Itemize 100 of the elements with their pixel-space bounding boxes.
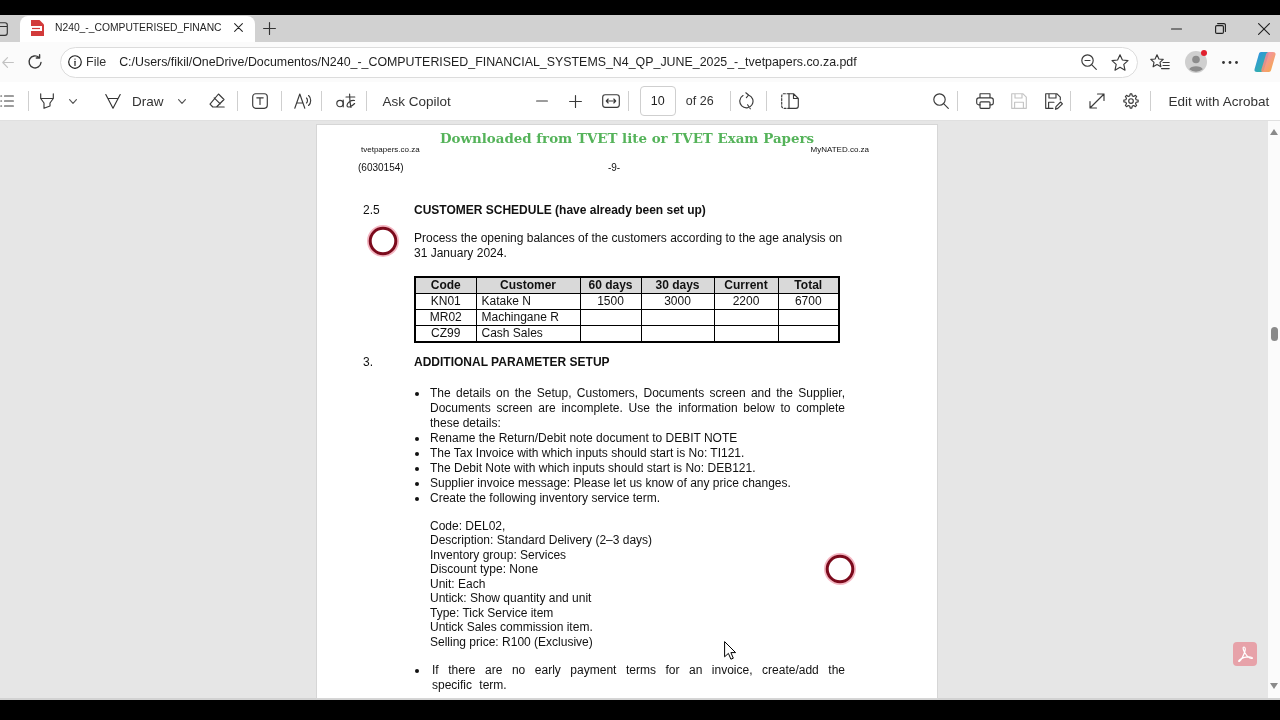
section-number: 2.5 <box>363 203 380 218</box>
translate-icon <box>335 93 356 109</box>
plus-icon <box>569 94 583 108</box>
star-icon <box>1111 53 1129 71</box>
table-cell: Katake N <box>476 293 580 309</box>
column-header: Code <box>415 276 476 293</box>
address-field[interactable]: File C:/Users/fikil/OneDrive/Documentos/N240_-_COMPUTERISED_FINANCIAL_SYSTEMS_N4_QP_JUNE_2025_-_tvetpapers.co.za.pdf <box>60 46 1138 78</box>
paper-code: (6030154) <box>358 161 404 175</box>
bullet-icon <box>415 466 419 471</box>
restore-icon <box>1214 23 1226 34</box>
back-arrow-icon <box>2 56 14 68</box>
detail-line: Inventory group: Services <box>430 547 567 562</box>
favorites-icon <box>1150 54 1170 70</box>
detail-line: Type: Tick Service item <box>430 605 554 620</box>
expand-icon <box>1088 93 1105 109</box>
table-cell: MR02 <box>415 309 476 325</box>
ring-icon <box>367 225 399 257</box>
scrollbar-thumb[interactable] <box>1270 327 1278 341</box>
close-icon <box>233 23 243 32</box>
column-header: Current <box>714 276 778 293</box>
print-icon <box>975 93 994 109</box>
bullet-text: The Debit Note with which inputs should start is No: DEB121. <box>430 460 757 476</box>
page-count: of 26 <box>685 94 714 108</box>
table-cell: 1500 <box>580 293 641 309</box>
up-arrow-icon <box>1270 129 1278 135</box>
bullet-text: Create the following inventory service term. <box>430 490 662 506</box>
save-icon <box>1010 93 1027 109</box>
column-header: Customer <box>476 276 580 293</box>
column-header: 60 days <box>580 276 641 293</box>
bullet-icon <box>415 669 419 673</box>
detail-line: Untick: Show quantity and unit <box>430 591 592 606</box>
fit-width-icon <box>601 94 620 108</box>
section-number: 3. <box>363 354 373 369</box>
section-heading: ADDITIONAL PARAMETER SETUP <box>414 354 610 369</box>
bullet-icon <box>415 496 419 501</box>
page-header-text: tvetpapers.co.za <box>361 145 420 154</box>
avatar-icon <box>1185 51 1207 73</box>
bullet-icon <box>415 481 419 486</box>
table-cell: KN01 <box>415 293 476 309</box>
down-arrow-icon <box>1270 683 1278 689</box>
table-cell: Machingane R <box>476 309 580 325</box>
detail-line: Unit: Each <box>430 576 486 591</box>
eraser-icon <box>208 93 225 109</box>
page-header-text: MyNATED.co.za <box>810 145 869 154</box>
detail-line: Discount type: None <box>430 562 539 577</box>
url-text: C:/Users/fikil/OneDrive/Documentos/N240_-_COMPUTERISED_FINANCIAL_SYSTEMS_N4_QP_JUNE_2025_-_tvetpapers.co.za.pdf <box>119 55 857 69</box>
zoom-out-icon <box>1081 54 1097 70</box>
detail-line: Selling price: R100 (Exclusive) <box>430 634 593 649</box>
section-heading: CUSTOMER SCHEDULE (have already been set up) <box>414 203 706 218</box>
minus-icon <box>535 100 548 102</box>
bullet-icon <box>415 451 419 456</box>
logo-tile-icon <box>1233 642 1257 666</box>
page-number-label: -9- <box>607 161 621 175</box>
highlighter-icon <box>40 93 54 109</box>
more-icon <box>1222 60 1238 64</box>
column-header: 30 days <box>641 276 714 293</box>
download-notice: Downloaded from TVET lite or TVET Exam Papers <box>439 131 815 146</box>
rotate-icon <box>738 92 755 110</box>
two-page-icon <box>780 93 799 109</box>
refresh-icon <box>27 54 43 70</box>
table-cell <box>580 309 641 325</box>
plus-icon <box>262 22 276 35</box>
scheme-label: File <box>86 55 107 69</box>
save-as-icon <box>1044 92 1063 110</box>
caret-icon <box>177 98 186 104</box>
bullet-text: If there are no early payment terms for an invoice, create/add the specific term. <box>432 663 845 693</box>
edit-button[interactable]: Edit with Acrobat <box>1162 86 1276 116</box>
bullet-icon <box>415 391 419 396</box>
table-cell: 6700 <box>778 293 839 309</box>
column-header: Total <box>778 276 839 293</box>
minimize-icon <box>1170 27 1182 30</box>
page-number-field[interactable]: 10 <box>639 86 676 116</box>
detail-line: Code: DEL02, <box>430 518 506 533</box>
bullet-text: The details on the Setup, Customers, Documents screen and the Supplier, Documents screen are incomplete. Use the information below to complete these details: <box>430 385 845 431</box>
ask-copilot-button[interactable]: Ask Copilot <box>374 86 459 116</box>
ring-icon <box>824 553 856 585</box>
bullet-text: Supplier invoice message: Please let us know of any price changes. <box>430 475 792 491</box>
copilot-icon <box>1254 52 1276 72</box>
settings-icon <box>1122 93 1139 109</box>
pdf-file-icon <box>30 19 44 36</box>
notification-dot-icon <box>1201 50 1207 56</box>
info-icon <box>68 55 82 69</box>
logo-tile-button[interactable] <box>1233 642 1257 666</box>
bullet-text: Rename the Return/Debit note document to DEBIT NOTE <box>430 430 739 446</box>
bullet-text: The Tax Invoice with which inputs should start is No: TI121. <box>430 445 746 461</box>
detail-line: Description: Standard Delivery (2–3 days) <box>430 533 653 548</box>
text-box-icon <box>251 93 268 109</box>
read-aloud-icon <box>293 93 312 109</box>
paragraph: Process the opening balances of the customers according to the age analysis on 31 January 2024. <box>414 230 844 261</box>
bullet-icon <box>415 436 419 441</box>
close-icon <box>1258 22 1270 35</box>
table-cell <box>714 309 778 325</box>
pen-icon <box>105 93 121 109</box>
draw-button[interactable]: Draw <box>97 86 191 116</box>
detail-line: Untick Sales commission item. <box>430 620 593 635</box>
window-icon <box>0 21 8 36</box>
table-cell: 3000 <box>641 293 714 309</box>
search-icon <box>932 93 949 109</box>
caret-icon <box>69 98 77 104</box>
browser-tab[interactable]: N240_-_COMPUTERISED_FINANC <box>20 16 255 42</box>
